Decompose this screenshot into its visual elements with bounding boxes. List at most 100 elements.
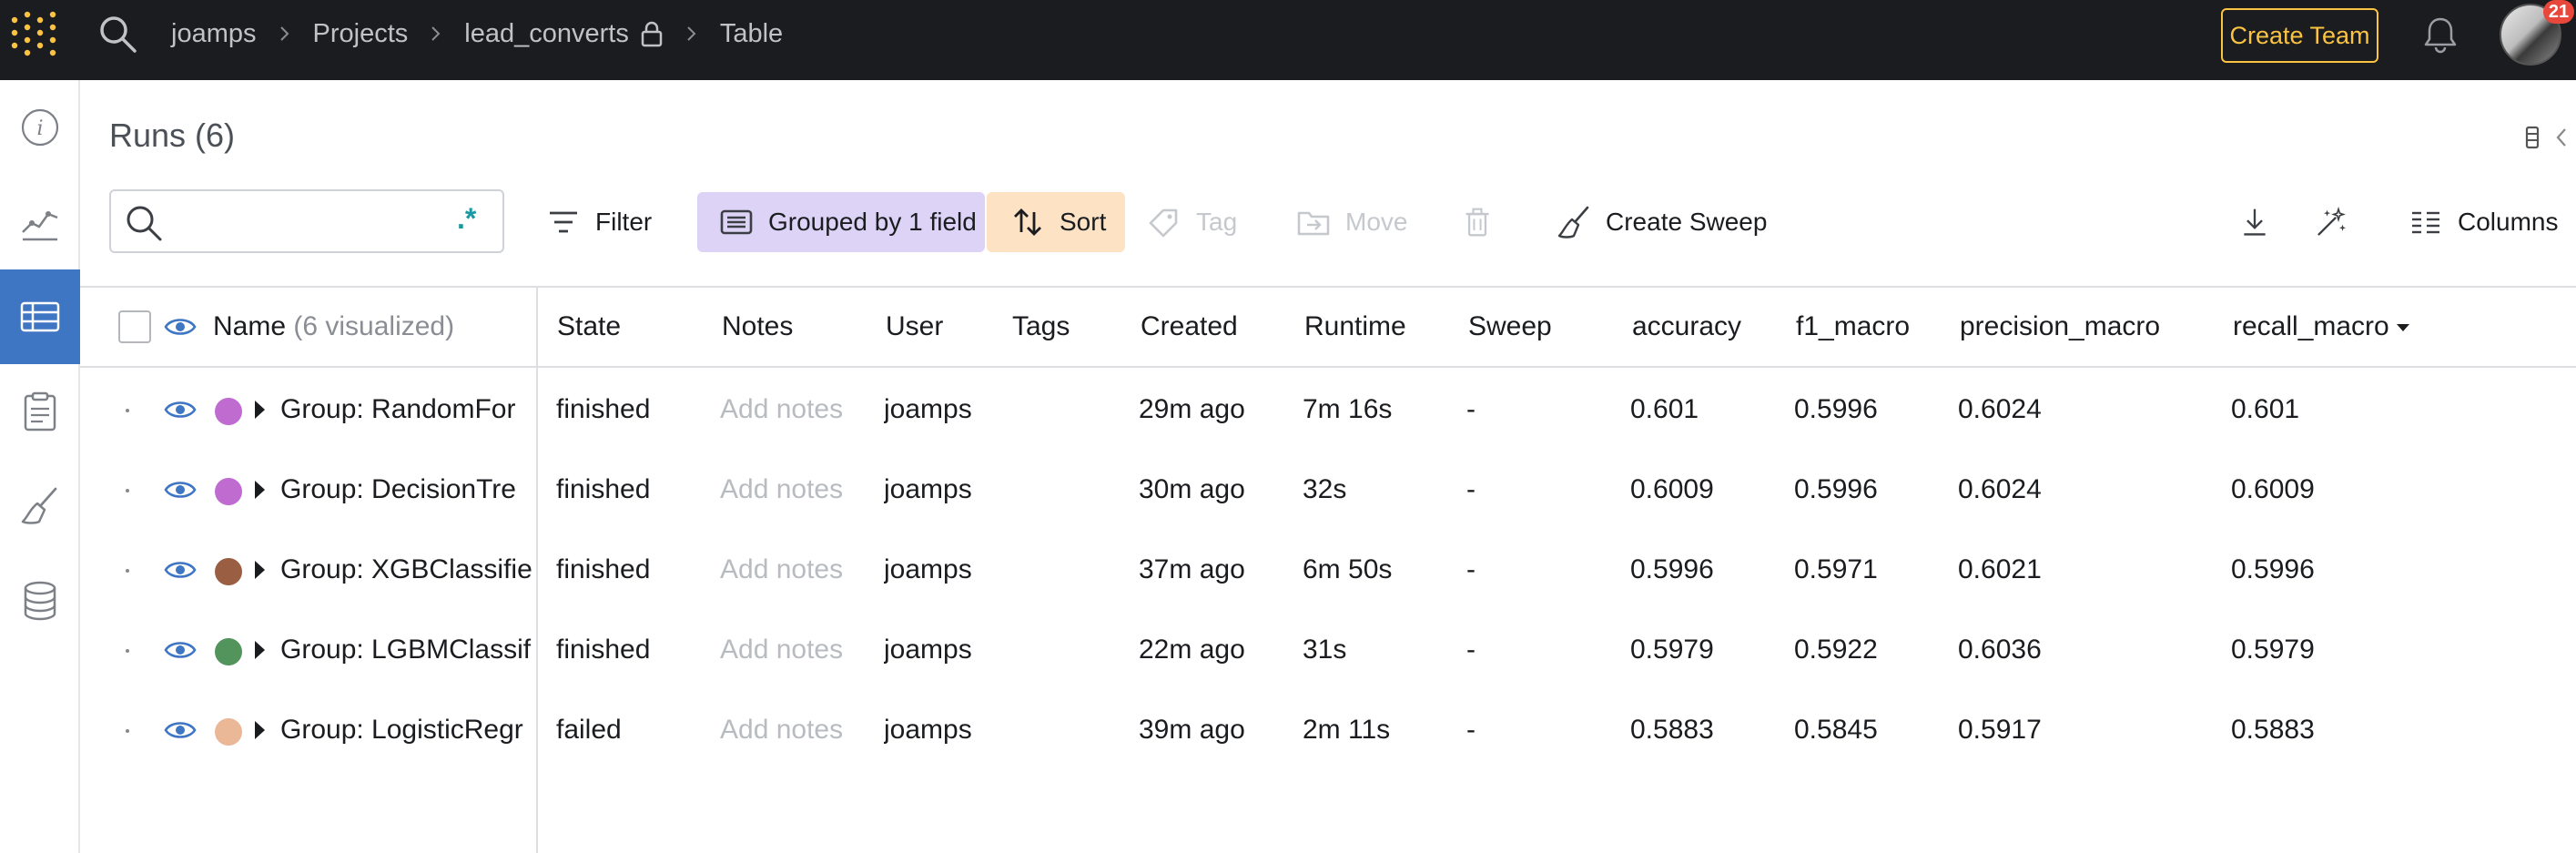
column-header-state[interactable]: State: [557, 311, 621, 342]
filter-button[interactable]: Filter: [546, 192, 674, 252]
breadcrumb-project[interactable]: lead_converts: [464, 19, 629, 49]
cell-notes[interactable]: Add notes: [720, 394, 875, 425]
run-color-swatch[interactable]: [215, 718, 242, 746]
move-button[interactable]: Move: [1296, 192, 1415, 252]
charts-icon: [22, 211, 58, 241]
bell-icon[interactable]: [2421, 15, 2459, 55]
runs-search-input[interactable]: .*: [109, 189, 504, 253]
column-header-user[interactable]: User: [886, 311, 943, 342]
cell-precision-macro: 0.6036: [1958, 635, 2042, 665]
cell-recall-macro: 0.5996: [2231, 554, 2315, 584]
chevron-right-icon: [431, 26, 441, 41]
table-row[interactable]: Group: XGBClassifie finished Add notes joam…: [80, 531, 2576, 611]
table-row[interactable]: Group: RandomFor finished Add notes joamps 2…: [80, 371, 2576, 451]
cell-runtime: 6m 50s: [1303, 554, 1393, 584]
column-header-created[interactable]: Created: [1141, 311, 1238, 342]
column-header-precision-macro[interactable]: precision_macro: [1960, 311, 2160, 342]
cell-accuracy: 0.5996: [1630, 554, 1714, 584]
run-color-swatch[interactable]: [215, 558, 242, 585]
eye-icon[interactable]: [164, 718, 197, 742]
table-row[interactable]: Group: LogisticRegr failed Add notes joamps…: [80, 691, 2576, 771]
cell-notes[interactable]: Add notes: [720, 715, 875, 746]
sidebar-item-table[interactable]: [0, 269, 80, 364]
expand-caret-icon[interactable]: [255, 721, 265, 739]
column-header-sweep[interactable]: Sweep: [1468, 311, 1552, 342]
cell-state: finished: [556, 474, 651, 504]
search-icon[interactable]: [96, 13, 138, 55]
cell-created: 37m ago: [1139, 554, 1245, 584]
sidebar-item-sweeps[interactable]: [0, 459, 80, 553]
header-recall-label: recall_macro: [2233, 311, 2389, 341]
left-sidebar: i: [0, 80, 80, 853]
sort-button[interactable]: Sort: [987, 192, 1125, 252]
header-visualized-count: (6 visualized): [293, 311, 455, 341]
sort-descending-icon: [2396, 324, 2409, 332]
download-button[interactable]: [2239, 192, 2285, 252]
sidebar-item-artifacts[interactable]: [0, 553, 80, 648]
info-icon: i: [21, 108, 59, 147]
column-header-recall-macro[interactable]: recall_macro: [2233, 311, 2409, 342]
row-drag-handle[interactable]: [126, 649, 129, 653]
auto-visualize-button[interactable]: [2316, 192, 2361, 252]
cell-notes[interactable]: Add notes: [720, 554, 875, 585]
app-grid-icon[interactable]: [7, 9, 58, 60]
row-drag-handle[interactable]: [126, 729, 129, 733]
cell-name[interactable]: Group: LGBMClassif: [280, 635, 595, 665]
create-team-button[interactable]: Create Team: [2221, 8, 2378, 63]
cell-notes[interactable]: Add notes: [720, 474, 875, 505]
cell-name[interactable]: Group: DecisionTre: [280, 474, 595, 505]
cell-created: 22m ago: [1139, 635, 1245, 665]
cell-sweep: -: [1466, 554, 1476, 584]
eye-icon[interactable]: [164, 558, 197, 582]
sidebar-item-overview[interactable]: i: [0, 80, 80, 175]
create-sweep-button[interactable]: Create Sweep: [1557, 192, 1793, 252]
cell-name[interactable]: Group: XGBClassifie: [280, 554, 595, 585]
cell-f1-macro: 0.5996: [1794, 394, 1878, 424]
expand-caret-icon[interactable]: [255, 561, 265, 579]
regex-toggle[interactable]: .*: [457, 202, 476, 236]
row-drag-handle[interactable]: [126, 409, 129, 412]
cell-name[interactable]: Group: RandomFor: [280, 394, 595, 425]
group-by-button[interactable]: Grouped by 1 field: [697, 192, 985, 252]
column-header-notes[interactable]: Notes: [722, 311, 793, 342]
column-header-tags[interactable]: Tags: [1012, 311, 1070, 342]
column-header-name[interactable]: Name (6 visualized): [213, 311, 454, 342]
cell-state: finished: [556, 635, 651, 665]
eye-icon[interactable]: [164, 638, 197, 662]
eye-icon[interactable]: [164, 398, 197, 421]
eye-icon[interactable]: [164, 478, 197, 502]
cell-notes[interactable]: Add notes: [720, 635, 875, 665]
table-row[interactable]: Group: LGBMClassif finished Add notes joamp…: [80, 611, 2576, 691]
expand-caret-icon[interactable]: [255, 641, 265, 659]
delete-button[interactable]: [1462, 192, 1507, 252]
eye-icon[interactable]: [164, 315, 197, 339]
expand-caret-icon[interactable]: [255, 481, 265, 499]
header-name-label: Name: [213, 311, 287, 341]
cell-user: joamps: [884, 715, 972, 745]
sidebar-item-reports[interactable]: [0, 364, 80, 459]
reports-icon: [24, 391, 56, 432]
columns-label: Columns: [2458, 208, 2559, 236]
expand-caret-icon[interactable]: [255, 401, 265, 419]
tag-button[interactable]: Tag: [1147, 192, 1247, 252]
run-color-swatch[interactable]: [215, 398, 242, 425]
row-drag-handle[interactable]: [126, 569, 129, 573]
select-all-checkbox[interactable]: [118, 310, 151, 343]
column-header-f1-macro[interactable]: f1_macro: [1796, 311, 1910, 342]
table-row[interactable]: Group: DecisionTre finished Add notes joamp…: [80, 451, 2576, 531]
cell-accuracy: 0.5883: [1630, 715, 1714, 745]
columns-button[interactable]: Columns: [2409, 192, 2576, 252]
column-header-accuracy[interactable]: accuracy: [1632, 311, 1741, 342]
sweep-brush-icon: [1557, 206, 1589, 239]
breadcrumb-projects[interactable]: Projects: [313, 19, 409, 49]
breadcrumb-table[interactable]: Table: [720, 19, 783, 49]
column-header-runtime[interactable]: Runtime: [1304, 311, 1406, 342]
run-color-swatch[interactable]: [215, 638, 242, 665]
collapse-panel-icon[interactable]: [2521, 118, 2576, 155]
row-drag-handle[interactable]: [126, 489, 129, 493]
breadcrumb-user[interactable]: joamps: [171, 19, 257, 49]
run-color-swatch[interactable]: [215, 478, 242, 505]
columns-icon: [2412, 211, 2439, 234]
cell-name[interactable]: Group: LogisticRegr: [280, 715, 595, 746]
sidebar-item-workspace[interactable]: [0, 175, 80, 269]
